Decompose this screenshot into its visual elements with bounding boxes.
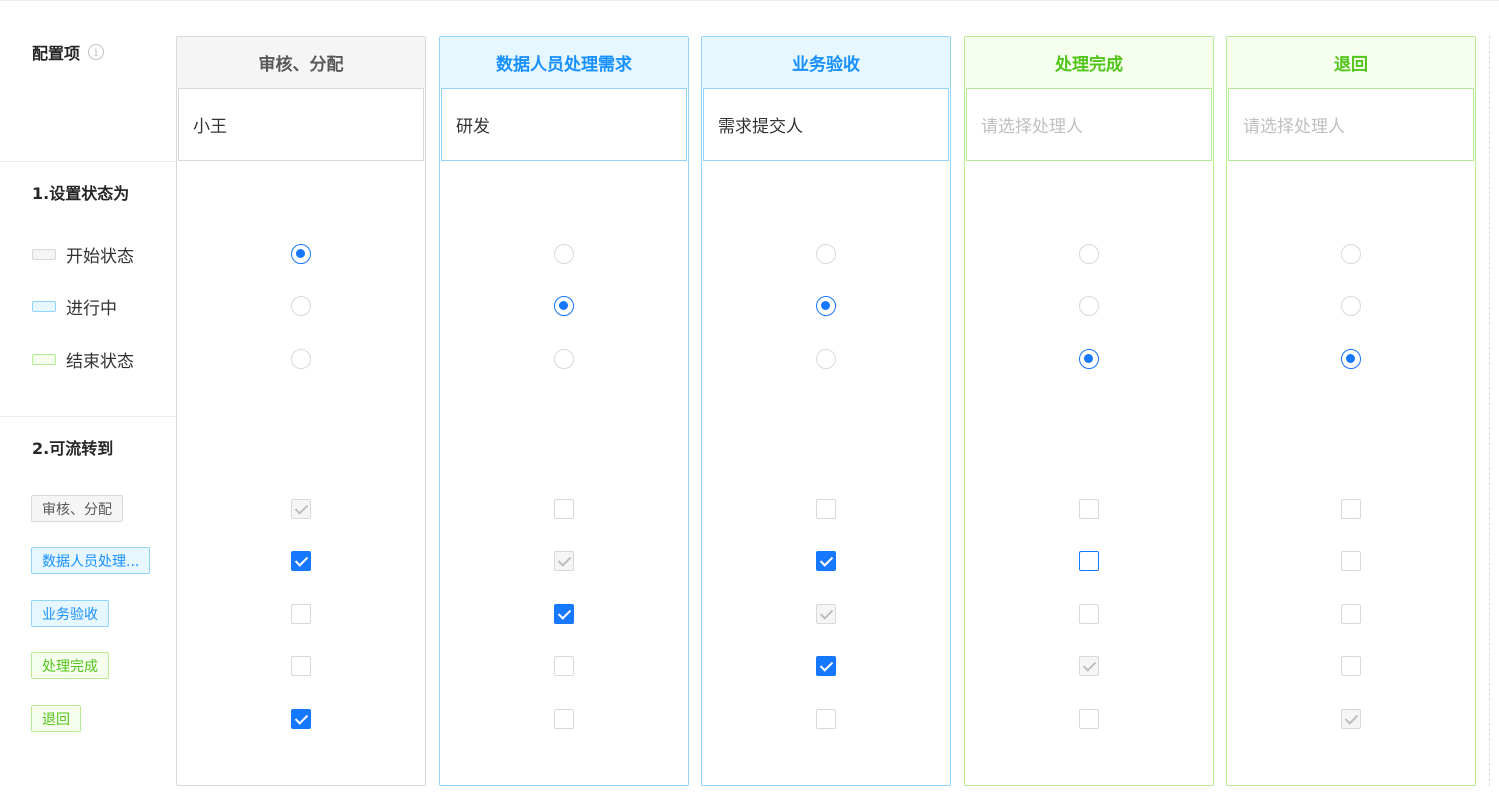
transition-checkbox[interactable]	[1341, 499, 1361, 519]
section-divider	[0, 416, 176, 417]
config-sidebar: 配置项 i 1.设置状态为 开始状态进行中结束状态 2.可流转到 审核、分配数据…	[0, 0, 176, 806]
state-radio[interactable]	[291, 296, 311, 316]
transition-checkbox[interactable]	[1079, 499, 1099, 519]
handler-select[interactable]: 研发	[441, 88, 687, 161]
transition-checkbox[interactable]	[1079, 709, 1099, 729]
transition-checkbox[interactable]	[1341, 656, 1361, 676]
state-legend-item: 开始状态	[32, 242, 134, 267]
transition-checkbox[interactable]	[1341, 604, 1361, 624]
section-state-title: 1.设置状态为	[32, 184, 130, 203]
transition-checkbox[interactable]	[1079, 551, 1099, 571]
transition-checkbox[interactable]	[816, 499, 836, 519]
state-radio[interactable]	[554, 244, 574, 264]
state-radio[interactable]	[554, 296, 574, 316]
handler-select[interactable]: 小王	[178, 88, 424, 161]
transition-target-tag: 退回	[31, 705, 81, 732]
state-radio[interactable]	[291, 349, 311, 369]
transition-checkbox[interactable]	[291, 656, 311, 676]
transition-target-tag: 数据人员处理...	[31, 547, 151, 574]
transition-checkbox[interactable]	[816, 551, 836, 571]
handler-select[interactable]: 需求提交人	[703, 88, 949, 161]
node-title: 数据人员处理需求	[440, 37, 688, 88]
transition-checkbox	[816, 604, 836, 624]
state-label: 进行中	[66, 299, 117, 319]
state-radio[interactable]	[291, 244, 311, 264]
state-legend-item: 进行中	[32, 294, 117, 319]
state-radio[interactable]	[1341, 349, 1361, 369]
node-title: 退回	[1227, 37, 1475, 88]
state-swatch	[32, 249, 56, 260]
state-swatch	[32, 301, 56, 312]
state-radio[interactable]	[816, 296, 836, 316]
state-swatch	[32, 354, 56, 365]
transition-checkbox[interactable]	[554, 709, 574, 729]
state-radio[interactable]	[1341, 244, 1361, 264]
transition-checkbox[interactable]	[816, 709, 836, 729]
state-label: 开始状态	[66, 247, 134, 267]
transition-checkbox	[1341, 709, 1361, 729]
section-transition-title: 2.可流转到	[32, 439, 114, 458]
node-title: 审核、分配	[177, 37, 425, 88]
state-radio[interactable]	[1341, 296, 1361, 316]
node-title: 业务验收	[702, 37, 950, 88]
transition-checkbox	[554, 551, 574, 571]
transition-checkbox[interactable]	[1341, 551, 1361, 571]
info-circle-icon[interactable]: i	[88, 44, 105, 60]
section-divider	[0, 161, 176, 162]
state-legend-item: 结束状态	[32, 347, 134, 372]
state-radio[interactable]	[1079, 349, 1099, 369]
state-radio[interactable]	[816, 244, 836, 264]
state-radio[interactable]	[816, 349, 836, 369]
transition-checkbox[interactable]	[291, 709, 311, 729]
transition-checkbox	[1079, 656, 1099, 676]
node-title: 处理完成	[965, 37, 1213, 88]
transition-target-tag: 业务验收	[31, 600, 109, 627]
transition-checkbox[interactable]	[291, 604, 311, 624]
config-title-label: 配置项	[32, 44, 81, 63]
state-radio[interactable]	[1079, 244, 1099, 264]
top-divider	[0, 0, 1499, 1]
transition-checkbox[interactable]	[816, 656, 836, 676]
transition-checkbox[interactable]	[554, 656, 574, 676]
transition-checkbox	[291, 499, 311, 519]
transition-checkbox[interactable]	[554, 499, 574, 519]
transition-target-tag: 处理完成	[31, 652, 109, 679]
add-node-placeholder[interactable]	[1489, 36, 1499, 786]
transition-checkbox[interactable]	[291, 551, 311, 571]
transition-target-tag: 审核、分配	[31, 495, 123, 522]
workflow-config-page: 配置项 i 1.设置状态为 开始状态 进行中 结束状态 2.可流转到 审核、分配 数据…	[0, 0, 1499, 806]
state-radio[interactable]	[1079, 296, 1099, 316]
state-radio[interactable]	[554, 349, 574, 369]
handler-select[interactable]: 请选择处理人	[1228, 88, 1474, 161]
handler-select[interactable]: 请选择处理人	[966, 88, 1212, 161]
transition-checkbox[interactable]	[554, 604, 574, 624]
config-title: 配置项 i	[32, 40, 105, 64]
transition-checkbox[interactable]	[1079, 604, 1099, 624]
state-label: 结束状态	[66, 352, 134, 372]
